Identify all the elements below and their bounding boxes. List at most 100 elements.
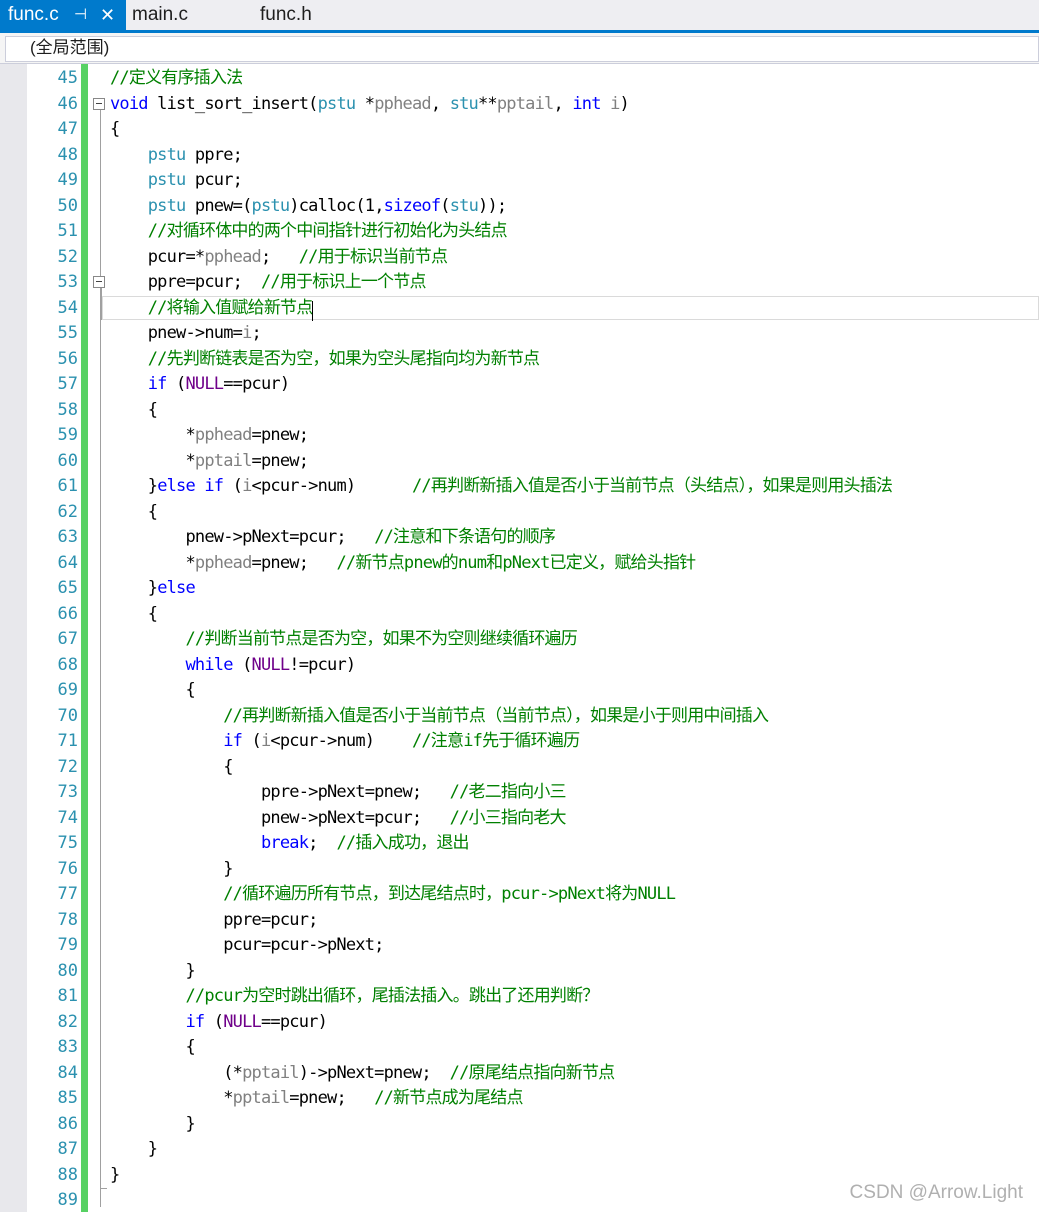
tab-func-h[interactable]: func.h [254, 0, 364, 30]
code-line[interactable]: 47 { [0, 117, 1039, 143]
code-line[interactable]: 55 pnew->num=i; [0, 321, 1039, 347]
code-token: //新节点成为尾结点 [374, 1088, 523, 1108]
code-text: { [110, 678, 195, 704]
code-text: { [110, 117, 120, 143]
scope-dropdown[interactable] [5, 36, 1039, 62]
line-number: 65 [57, 578, 78, 598]
code-line[interactable]: 70 //再判断新插入值是否小于当前节点（当前节点），如果是小于则用中间插入 [0, 704, 1039, 730]
code-token: pptail [496, 93, 554, 114]
code-token: } [110, 858, 233, 879]
code-line[interactable]: 63 pnew->pNext=pcur; //注意和下条语句的顺序 [0, 525, 1039, 551]
code-line[interactable]: 71 if (i<pcur->num) //注意if先于循环遍历 [0, 729, 1039, 755]
code-line[interactable]: 64 *pphead=pnew; //新节点pnew的num和pNext已定义，… [0, 551, 1039, 577]
code-line[interactable]: 86 } [0, 1112, 1039, 1138]
code-text: pnew->pNext=pcur; //小三指向老大 [110, 806, 567, 832]
code-line[interactable]: 73 ppre->pNext=pnew; //老二指向小三 [0, 780, 1039, 806]
code-line[interactable]: 56 //先判断链表是否为空，如果为空头尾指向均为新节点 [0, 347, 1039, 373]
code-token: i [610, 93, 620, 114]
code-line[interactable]: 84 (*pptail)->pNext=pnew; //原尾结点指向新节点 [0, 1061, 1039, 1087]
code-text: break; //插入成功，退出 [110, 831, 470, 857]
line-number: 48 [57, 144, 78, 165]
code-text: pstu ppre; [110, 143, 243, 169]
line-number: 51 [57, 221, 78, 241]
code-line[interactable]: 81 //pcur为空时跳出循环，尾插法插入。跳出了还用判断？ [0, 984, 1039, 1010]
code-text: *pphead=pnew; [110, 423, 308, 449]
code-token: pcur=* [110, 246, 205, 267]
line-number: 47 [57, 119, 78, 139]
code-token: pstu [147, 195, 187, 216]
code-token: ==pcur) [223, 374, 290, 394]
code-line[interactable]: 67 //判断当前节点是否为空，如果不为空则继续循环遍历 [0, 627, 1039, 653]
pin-icon[interactable]: ⊣ [74, 0, 87, 30]
code-token: ( [204, 1011, 224, 1032]
code-line[interactable]: 57 if (NULL==pcur) [0, 372, 1039, 398]
code-line[interactable]: 75 break; //插入成功，退出 [0, 831, 1039, 857]
code-line[interactable]: 74 pnew->pNext=pcur; //小三指向老大 [0, 806, 1039, 832]
code-token: ==pcur) [260, 1011, 328, 1032]
code-line[interactable]: 83 { [0, 1035, 1039, 1061]
code-line[interactable]: 61 }else if (i<pcur->num) //再判断新插入值是否小于当… [0, 474, 1039, 500]
code-editor[interactable]: 45 //定义有序插入法 46 void list_sort_insert(pstu … [0, 66, 1039, 1214]
code-token: pptail [242, 1062, 299, 1083]
tab-main-c[interactable]: main.c [126, 0, 254, 30]
code-token: pstu [317, 93, 357, 114]
line-number: 88 [57, 1164, 78, 1185]
code-line[interactable]: 58 { [0, 398, 1039, 424]
code-line[interactable]: 77 //循环遍历所有节点，到达尾结点时，pcur->pNext将为NULL [0, 882, 1039, 908]
line-number: 78 [57, 909, 78, 930]
code-line[interactable]: 82 if (NULL==pcur) [0, 1010, 1039, 1036]
line-number: 49 [57, 170, 78, 190]
code-line[interactable]: 53 ppre=pcur; //用于标识上一个节点 [0, 270, 1039, 296]
code-line[interactable]: 54 //将输入值赋给新节点 [0, 296, 1039, 322]
collapse-icon[interactable] [93, 276, 105, 288]
code-line[interactable]: 87 } [0, 1137, 1039, 1163]
code-line[interactable]: 85 *pptail=pnew; //新节点成为尾结点 [0, 1086, 1039, 1112]
code-line[interactable]: 68 while (NULL!=pcur) [0, 653, 1039, 679]
code-token: { [110, 756, 233, 777]
code-line[interactable]: 69 { [0, 678, 1039, 704]
code-line[interactable]: 51 //对循环体中的两个中间指针进行初始化为头结点 [0, 219, 1039, 245]
code-token: //小三指向老大 [449, 807, 567, 828]
code-line[interactable]: 50 pstu pnew=(pstu)calloc(1,sizeof(stu))… [0, 194, 1039, 220]
collapse-icon[interactable] [93, 97, 105, 110]
code-line[interactable]: 52 pcur=*pphead; //用于标识当前节点 [0, 245, 1039, 271]
code-token: i [242, 323, 252, 343]
code-text: ppre=pcur; //用于标识上一个节点 [110, 270, 427, 296]
code-text: while (NULL!=pcur) [110, 653, 356, 679]
code-line[interactable]: 76 } [0, 857, 1039, 883]
code-text: } [110, 959, 195, 985]
code-line[interactable]: 62 { [0, 500, 1039, 526]
code-line[interactable]: 48 pstu ppre; [0, 143, 1039, 169]
code-line[interactable]: 80 } [0, 959, 1039, 985]
tab-func-c[interactable]: func.c ⊣ ✕ [0, 0, 126, 30]
code-token: , [553, 93, 573, 114]
line-number: 63 [57, 527, 78, 547]
code-text: //再判断新插入值是否小于当前节点（当前节点），如果是小于则用中间插入 [110, 704, 769, 730]
code-token: )calloc(1, [289, 195, 384, 216]
code-text: pnew->pNext=pcur; //注意和下条语句的顺序 [110, 525, 555, 551]
code-text: }else [110, 576, 196, 602]
code-line[interactable]: 45 //定义有序插入法 [0, 66, 1039, 92]
code-token: pstu [147, 170, 187, 190]
code-line[interactable]: 66 { [0, 602, 1039, 628]
line-number: 46 [57, 93, 78, 114]
code-line[interactable]: 65 }else [0, 576, 1039, 602]
code-line[interactable]: 79 pcur=pcur->pNext; [0, 933, 1039, 959]
code-token: //用于标识上一个节点 [260, 272, 426, 292]
close-icon[interactable]: ✕ [100, 0, 115, 30]
code-token: //注意if先于循环遍历 [411, 731, 580, 751]
code-line[interactable]: 60 *pptail=pnew; [0, 449, 1039, 475]
document-tab-bar: func.c ⊣ ✕ main.c func.h [0, 0, 1039, 30]
code-line[interactable]: 46 void list_sort_insert(pstu *pphead, st… [0, 92, 1039, 118]
code-line[interactable]: 59 *pphead=pnew; [0, 423, 1039, 449]
code-line[interactable]: 78 ppre=pcur; [0, 908, 1039, 934]
code-text: } [110, 857, 233, 883]
code-token: =pnew; [251, 552, 337, 573]
code-token: * [110, 450, 195, 471]
code-line[interactable]: 72 { [0, 755, 1039, 781]
code-line[interactable]: 49 pstu pcur; [0, 168, 1039, 194]
